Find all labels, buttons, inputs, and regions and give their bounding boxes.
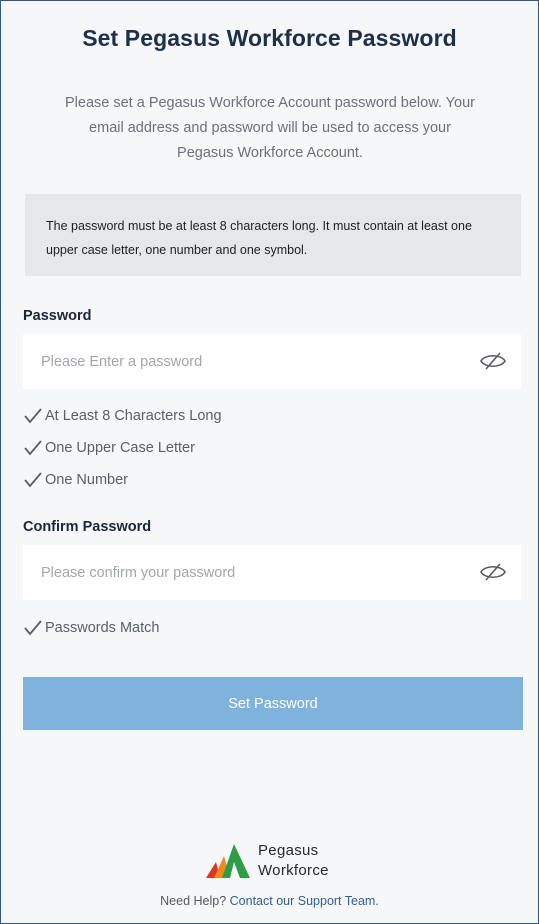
logo-wordmark: Pegasus Workforce [258, 841, 329, 881]
pegasus-logo-icon [206, 844, 250, 878]
contact-support-link[interactable]: Contact our Support Team. [230, 894, 379, 908]
password-label: Password [23, 308, 92, 324]
checkmark-icon [24, 620, 42, 636]
logo-wordmark-line2: Workforce [258, 862, 329, 879]
password-requirements-text: The password must be at least 8 characte… [46, 219, 472, 257]
checkmark-icon [24, 440, 42, 456]
password-field-container [23, 334, 521, 389]
checkmark-icon [24, 472, 42, 488]
check-item-label: At Least 8 Characters Long [45, 408, 222, 424]
set-password-card: Set Pegasus Workforce Password Please se… [0, 0, 539, 924]
logo-wordmark-line1: Pegasus [258, 842, 319, 859]
check-item-min-length: At Least 8 Characters Long [23, 406, 222, 426]
help-text: Need Help? [160, 894, 227, 908]
confirm-password-field-container [23, 545, 521, 600]
set-password-button[interactable]: Set Password [23, 677, 523, 730]
checkmark-icon [24, 408, 42, 424]
password-input[interactable] [23, 334, 463, 389]
confirm-password-input[interactable] [23, 545, 463, 600]
check-item-label: One Number [45, 472, 129, 488]
page-title: Set Pegasus Workforce Password [82, 25, 457, 51]
confirm-password-label: Confirm Password [23, 519, 152, 535]
eye-slash-icon[interactable] [479, 350, 507, 372]
check-item-label: Passwords Match [45, 620, 160, 636]
check-item-uppercase: One Upper Case Letter [23, 438, 195, 458]
password-requirements-box: The password must be at least 8 characte… [25, 194, 521, 276]
check-item-passwords-match: Passwords Match [23, 618, 159, 638]
help-footer: Need Help? Contact our Support Team. [1, 894, 538, 908]
check-item-number: One Number [23, 470, 128, 490]
check-item-label: One Upper Case Letter [45, 440, 195, 456]
pegasus-workforce-logo: Pegasus Workforce [204, 837, 344, 883]
eye-slash-icon[interactable] [479, 561, 507, 583]
intro-text: Please set a Pegasus Workforce Account p… [64, 95, 475, 161]
